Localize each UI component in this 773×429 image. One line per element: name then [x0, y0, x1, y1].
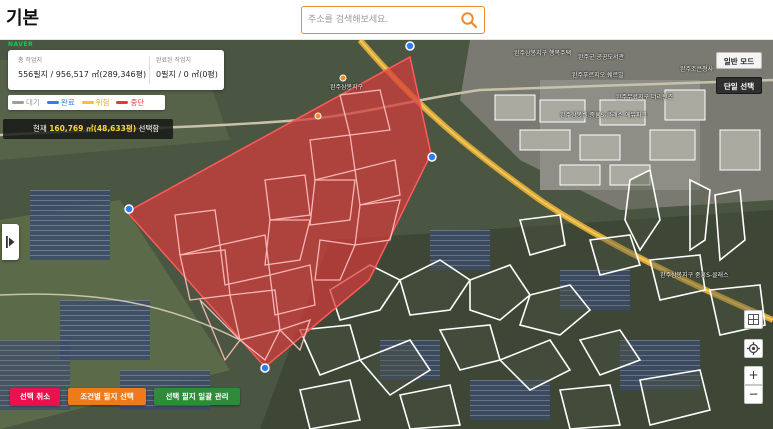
legend-item-stopped: 중단	[116, 97, 144, 108]
normal-mode-button[interactable]: 일반 모드	[716, 52, 762, 69]
batch-manage-button[interactable]: 선택 필지 일괄 관리	[154, 388, 240, 405]
panel-expand-icon	[6, 236, 15, 248]
map-layers-icon	[748, 314, 759, 325]
zoom-in-button[interactable]: +	[744, 366, 763, 385]
place-label-a: 완주삼봉지구	[330, 84, 364, 91]
place-label-b: 완주삼봉지구 행복주택	[514, 50, 572, 57]
legend-label-done: 완료	[60, 98, 75, 107]
page-title: 기본	[6, 8, 40, 29]
sidebar-toggle-button[interactable]	[2, 224, 19, 260]
crosshair-icon	[747, 342, 760, 355]
stat-done-label: 완료된 작업지	[156, 57, 192, 64]
cancel-selection-button[interactable]: 선택 취소	[10, 388, 60, 405]
my-location-button[interactable]	[744, 339, 763, 358]
place-label-f: 완주푸르지오 쉐르빌	[572, 72, 624, 79]
stat-total-value: 556필지 / 956,517 ㎡(289,346평)	[18, 70, 147, 79]
place-label-d: 완주조은청사	[680, 66, 714, 73]
naver-logo: NAVER	[8, 41, 34, 48]
stat-total: 총 작업지 556필지 / 956,517 ㎡(289,346평)	[18, 56, 146, 82]
search-icon[interactable]	[460, 11, 478, 29]
legend-swatch-done	[46, 101, 59, 104]
place-label-h: 완주삼봉지구 중흥S-클래스	[660, 272, 729, 279]
current-area-value: 160,769 ㎡(48,633평)	[49, 124, 137, 133]
stat-divider	[149, 56, 150, 84]
zoom-out-button[interactable]: −	[744, 385, 763, 404]
legend-swatch-danger	[81, 101, 94, 104]
status-legend: 대기 완료 위험 중단	[8, 95, 165, 110]
legend-swatch-waiting	[12, 101, 24, 104]
legend-item-done: 완료	[46, 97, 75, 108]
search-box[interactable]	[301, 6, 485, 34]
top-header: 기본	[0, 0, 773, 40]
search-input[interactable]	[308, 10, 458, 30]
legend-item-waiting: 대기	[12, 97, 40, 108]
legend-swatch-stopped	[116, 101, 129, 104]
stat-total-label: 총 작업지	[18, 57, 42, 64]
conditional-select-button[interactable]: 조건별 필지 선택	[68, 388, 146, 405]
current-selection-banner: 현재 160,769 ㎡(48,633평) 선택함	[3, 119, 173, 139]
map-type-button[interactable]	[744, 310, 763, 329]
legend-label-danger: 위험	[95, 98, 110, 107]
place-label-g: 완주삼봉웰 중흥S-클래스 에듀파크	[560, 112, 648, 119]
legend-label-waiting: 대기	[26, 98, 40, 107]
stats-card: 총 작업지 556필지 / 956,517 ㎡(289,346평) 완료된 작업…	[8, 50, 224, 90]
current-prefix: 현재	[33, 124, 50, 133]
app-root: 기본 주소를 검색해보세요. 완주삼봉지구 행복주택 완주군 공공도서관 완주조…	[0, 0, 773, 429]
single-select-button[interactable]: 단일 선택	[716, 77, 762, 94]
place-label-e: 완주무료지구 더리턴즈	[616, 94, 674, 101]
stat-done: 완료된 작업지 0필지 / 0 ㎡(0평)	[156, 56, 218, 82]
legend-label-stopped: 중단	[130, 98, 145, 107]
legend-item-danger: 위험	[81, 97, 110, 108]
current-suffix: 선택함	[136, 124, 160, 133]
stat-done-value: 0필지 / 0 ㎡(0평)	[156, 70, 218, 79]
place-label-c: 완주군 공공도서관	[578, 54, 625, 61]
